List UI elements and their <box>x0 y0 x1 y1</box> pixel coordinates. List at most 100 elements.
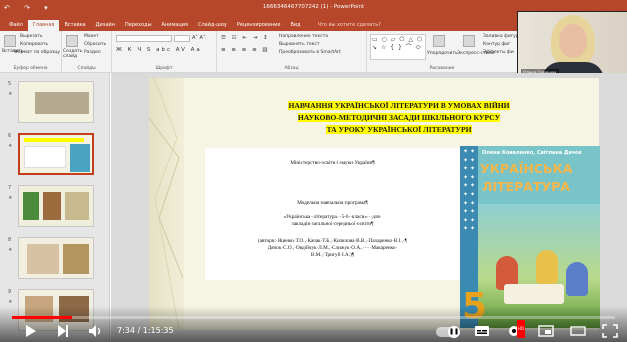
slide-decor-sidebar <box>148 77 184 331</box>
slide-thumbnail-panel[interactable]: 5 ★ 6 ★ 7 ★ 8 ★ 9 ★ <box>0 73 110 342</box>
cover-title-line-2: ЛІТЕРАТУРА <box>482 179 570 194</box>
slide-thumbnail-6-selected[interactable] <box>18 133 94 175</box>
group-caption: Слайды <box>77 66 96 71</box>
quick-styles-icon[interactable] <box>463 35 475 47</box>
align-buttons[interactable]: ≡ ≡ ≡ ≡ ▥ <box>221 47 270 53</box>
thumbnail-textbox <box>24 146 66 168</box>
powerpoint-window: ↶ ↷ ▾ 1666346467707242 (1) - PowerPoint … <box>0 0 627 342</box>
thumbnail-photo <box>43 192 61 220</box>
tab-transitions[interactable]: Переходы <box>120 20 157 31</box>
transition-star-icon: ★ <box>8 299 13 305</box>
new-slide-button[interactable]: Создать слайд <box>63 49 82 59</box>
subtitles-icon[interactable] <box>474 322 490 340</box>
arrange-button[interactable]: Упорядочить <box>427 51 458 56</box>
font-name-field[interactable] <box>116 35 172 42</box>
slide-number: 6 <box>8 133 12 139</box>
cover-title-line-1: УКРАЇНСЬКА <box>480 161 573 176</box>
font-style-buttons[interactable]: Ж К Ч S abc AV Aa <box>116 47 202 53</box>
webcam-overlay: Олена Семенюк <box>517 11 627 80</box>
slide-thumbnail-5[interactable] <box>18 81 94 123</box>
title-line-3: ТА УРОКУ УКРАЇНСЬКОЇ ЛІТЕРАТУРИ <box>326 125 472 134</box>
program-textbox[interactable]: Міністерство·освіти·і·науки·України¶ Мод… <box>205 148 460 280</box>
next-video-icon[interactable] <box>56 322 70 340</box>
arrange-icon[interactable] <box>433 35 445 47</box>
copy-button[interactable]: Копировать <box>20 42 48 47</box>
transition-star-icon: ★ <box>8 143 13 149</box>
tab-home[interactable]: Главная <box>27 20 60 31</box>
document-title: 1666346467707242 (1) - PowerPoint <box>262 4 365 10</box>
volume-icon[interactable] <box>88 322 104 340</box>
slide-editing-canvas[interactable]: НАВЧАННЯ УКРАЇНСЬКОЇ ЛІТЕРАТУРИ В УМОВАХ… <box>111 73 627 342</box>
textbook-cover-image[interactable]: ✦ ✦ ✦ ✦ ✦ ✦ ✦ ✦ ✦ ✦ ✦ ✦ ✦ ✦ ✦ ✦ ✦ ✦ ✦ ✦ … <box>460 146 600 328</box>
slide-title[interactable]: НАВЧАННЯ УКРАЇНСЬКОЇ ЛІТЕРАТУРИ В УМОВАХ… <box>274 100 524 136</box>
tab-file[interactable]: Файл <box>4 20 28 31</box>
video-time-display: 7:34 / 1:15:35 <box>117 326 174 335</box>
program-text: Модельна·навчальна·програма¶ <box>297 200 368 206</box>
group-caption: Буфер обмена <box>13 66 48 71</box>
tab-insert[interactable]: Вставка <box>59 20 90 31</box>
text-direction-button[interactable]: Направление текста <box>279 34 328 39</box>
autoplay-toggle[interactable]: ❚❚ <box>436 326 460 338</box>
layout-button[interactable]: Макет <box>84 34 99 39</box>
slide-number: 9 <box>8 289 12 295</box>
settings-gear-icon[interactable]: HD <box>506 320 525 340</box>
smartart-button[interactable]: Преобразовать в SmartArt <box>279 50 341 55</box>
slide-thumbnail-7[interactable] <box>18 185 94 227</box>
format-painter-button[interactable]: Формат по образцу <box>14 50 60 55</box>
illustration-open-book <box>504 284 564 304</box>
title-line-2: НАУКОВО-МЕТОДИЧНІ ЗАСАДИ ШКІЛЬНОГО КУРСУ <box>297 113 501 122</box>
program-name-line-2: закладів·загальної·середньої·освіти¶ <box>291 221 374 227</box>
shape-effects-button[interactable]: Эффекты фи <box>483 50 514 55</box>
illustration-child <box>566 262 588 296</box>
title-line-1: НАВЧАННЯ УКРАЇНСЬКОЇ ЛІТЕРАТУРИ В УМОВАХ… <box>288 101 510 110</box>
group-caption: Абзац <box>284 66 299 71</box>
authors-line-2: Дячок·С.О.,·Овдійчук·Л.М.,·Слижук·О.А.,·… <box>267 245 398 251</box>
program-name-line-1: «Українська··література.··5-6··класи»···… <box>283 214 382 220</box>
group-caption: Шрифт <box>155 66 173 71</box>
shape-outline-button[interactable]: Контур фиг <box>483 42 511 47</box>
paragraph-group: ☰ ☷ ⇤ ⇥ ↕ ≡ ≡ ≡ ≡ ▥ Направление текста В… <box>217 31 367 73</box>
tab-view[interactable]: Вид <box>285 20 305 31</box>
presenter-face <box>559 24 587 58</box>
section-button[interactable]: Раздел <box>84 50 101 55</box>
thumbnail-book <box>70 144 90 172</box>
slides-group: Создать слайд Макет Сбросить Раздел Слай… <box>62 31 112 73</box>
authors-line-3: В.М.,·Тригуб·І.А.)¶ <box>310 252 355 258</box>
theater-mode-icon[interactable] <box>570 322 586 340</box>
font-size-arrows-icon[interactable]: A˄ A˅ <box>192 35 205 41</box>
decor-lines <box>148 77 184 331</box>
reset-button[interactable]: Сбросить <box>84 42 106 47</box>
font-size-field[interactable] <box>174 35 190 42</box>
thumbnail-photo <box>65 192 89 220</box>
slide-thumbnail-8[interactable] <box>18 237 94 279</box>
transition-star-icon: ★ <box>8 247 13 253</box>
tell-me-search[interactable]: Что вы хотите сделать? <box>314 20 385 31</box>
cut-button[interactable]: Вырезать <box>20 34 43 39</box>
fullscreen-icon[interactable] <box>602 322 618 340</box>
transition-star-icon: ★ <box>8 91 13 97</box>
autoplay-pause-icon: ❚❚ <box>448 326 460 338</box>
shapes-gallery[interactable]: ▭ ○ ▱ ⬠ △ ⬡ ↘ ☆ { } ⌒ ⬭ <box>370 34 426 60</box>
align-text-button[interactable]: Выровнять текст <box>279 42 319 47</box>
slide-number: 5 <box>8 81 12 87</box>
current-slide[interactable]: НАВЧАННЯ УКРАЇНСЬКОЇ ЛІТЕРАТУРИ В УМОВАХ… <box>148 77 600 331</box>
thumbnail-photo <box>35 92 89 114</box>
tab-design[interactable]: Дизайн <box>91 20 120 31</box>
paste-icon[interactable] <box>4 35 16 47</box>
thumbnail-photo <box>63 244 89 274</box>
group-caption: Рисование <box>429 66 455 71</box>
tab-review[interactable]: Рецензирование <box>232 20 286 31</box>
slide-number: 7 <box>8 185 12 191</box>
transition-star-icon: ★ <box>8 195 13 201</box>
tab-slideshow[interactable]: Слайд-шоу <box>193 20 232 31</box>
clipboard-group: Вставить Вырезать Копировать Формат по о… <box>0 31 62 73</box>
font-group: A˄ A˅ Ж К Ч S abc AV Aa Шрифт <box>112 31 217 73</box>
thumbnail-title <box>24 138 84 142</box>
miniplayer-icon[interactable] <box>538 322 554 340</box>
play-icon[interactable] <box>24 322 38 340</box>
tab-animations[interactable]: Анимация <box>157 20 193 31</box>
list-buttons[interactable]: ☰ ☷ ⇤ ⇥ ↕ <box>221 35 270 41</box>
new-slide-icon[interactable] <box>66 35 78 47</box>
illustration-child <box>536 250 558 284</box>
video-progress-bar[interactable] <box>12 316 615 319</box>
